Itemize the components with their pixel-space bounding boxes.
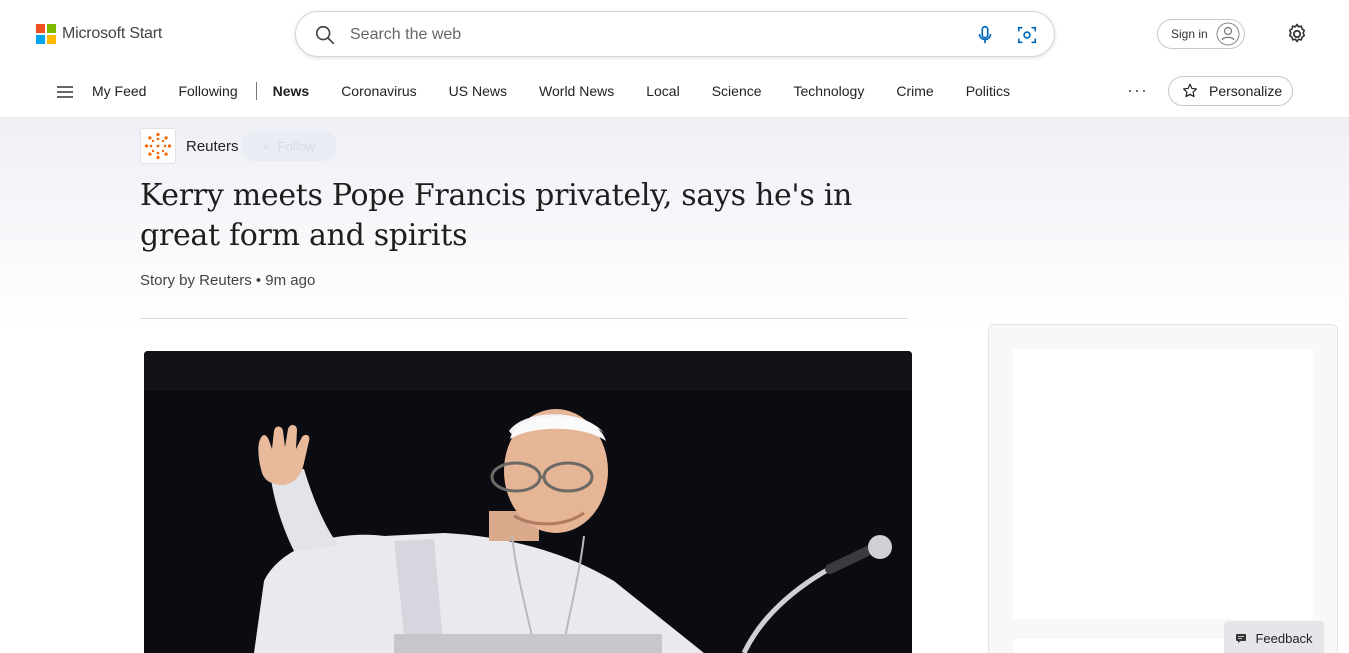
publisher-row: Reuters + Follow [140, 128, 337, 164]
article-photo[interactable] [144, 351, 912, 653]
nav-item-science[interactable]: Science [712, 83, 762, 99]
nav-item-coronavirus[interactable]: Coronavirus [341, 83, 416, 99]
rail-card-placeholder [1013, 639, 1233, 653]
settings-gear-icon[interactable] [1285, 22, 1309, 46]
category-nav: My Feed Following News Coronavirus US Ne… [0, 68, 1349, 118]
nav-item-local[interactable]: Local [646, 83, 679, 99]
follow-button[interactable]: + Follow [240, 131, 337, 161]
brand-name: Microsoft Start [62, 25, 163, 42]
nav-item-crime[interactable]: Crime [896, 83, 933, 99]
search-box[interactable] [295, 11, 1055, 57]
ad-placeholder [1013, 349, 1313, 619]
search-input[interactable] [350, 20, 950, 50]
feedback-label: Feedback [1255, 630, 1313, 646]
pope-photo-illustration [144, 351, 912, 653]
article-headline: Kerry meets Pope Francis privately, says… [140, 178, 853, 253]
sign-in-label: Sign in [1171, 27, 1208, 41]
sign-in-button[interactable]: Sign in [1157, 19, 1245, 49]
nav-items: My Feed Following News Coronavirus US Ne… [92, 68, 1042, 114]
nav-item-following[interactable]: Following [178, 83, 237, 99]
nav-item-us-news[interactable]: US News [449, 83, 507, 99]
more-categories-button[interactable]: ··· [1127, 80, 1148, 101]
nav-item-news[interactable]: News [273, 83, 310, 99]
feedback-icon [1236, 634, 1247, 643]
nav-item-politics[interactable]: Politics [966, 83, 1010, 99]
hamburger-menu-icon[interactable] [56, 84, 74, 100]
star-sparkle-icon [1182, 83, 1198, 98]
nav-divider [255, 82, 257, 100]
personalize-label: Personalize [1209, 83, 1283, 99]
personalize-button[interactable]: Personalize [1168, 76, 1293, 106]
header-divider [140, 318, 908, 319]
article-byline: Story by Reuters • 9m ago [140, 272, 316, 289]
nav-item-technology[interactable]: Technology [794, 83, 865, 99]
feedback-button[interactable]: Feedback [1224, 621, 1324, 653]
microphone-icon[interactable] [974, 24, 996, 46]
plus-icon: + [261, 138, 270, 154]
right-rail [988, 324, 1338, 653]
avatar-icon [1216, 22, 1240, 46]
microsoft-logo-icon [36, 24, 56, 44]
microsoft-start-logo[interactable]: Microsoft Start [36, 22, 162, 46]
visual-search-icon[interactable] [1016, 24, 1038, 46]
publisher-name[interactable]: Reuters [186, 138, 239, 155]
follow-label: Follow [277, 138, 316, 154]
search-icon[interactable] [314, 24, 336, 46]
reuters-logo-icon[interactable] [140, 128, 176, 164]
top-bar: Microsoft Start Sign in [0, 0, 1349, 68]
nav-item-world-news[interactable]: World News [539, 83, 614, 99]
nav-item-my-feed[interactable]: My Feed [92, 83, 146, 99]
